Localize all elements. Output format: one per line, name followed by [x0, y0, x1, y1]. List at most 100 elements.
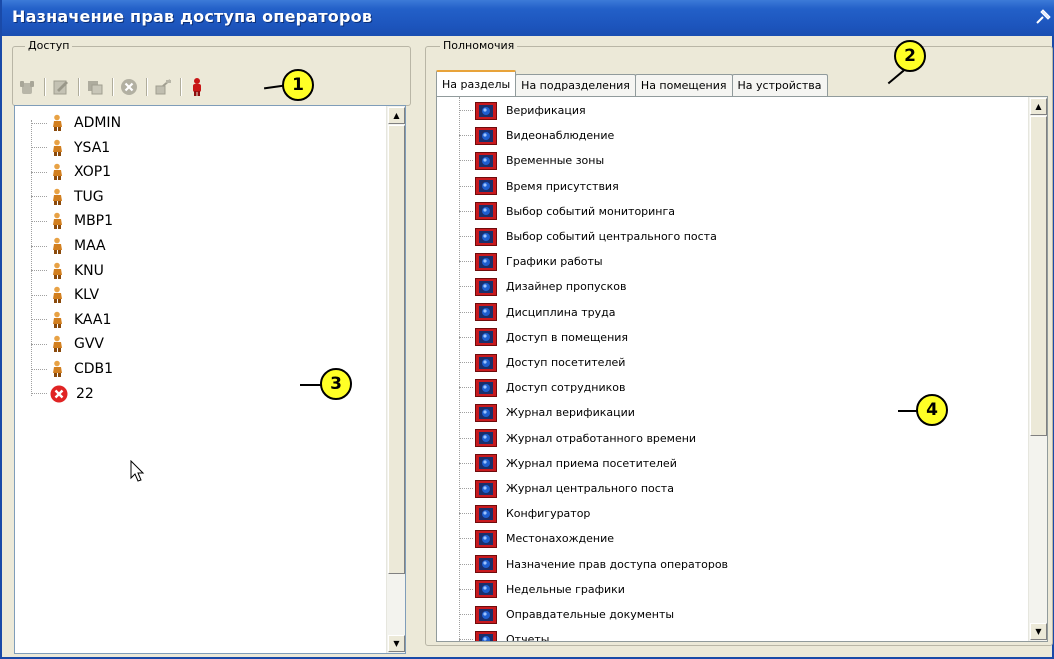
operator-item[interactable]: ADMIN: [31, 111, 121, 135]
tree-connector: [459, 412, 473, 414]
section-icon: [475, 454, 497, 473]
add-operator-button[interactable]: [16, 76, 38, 98]
tree-connector: [31, 368, 47, 370]
tree-connector: [31, 294, 47, 296]
section-icon: [475, 277, 497, 296]
sections-tree: Верификация Видеонаблюдение Временные зоны…: [445, 97, 1035, 641]
tab-rooms[interactable]: На помещения: [634, 74, 733, 96]
title-bar[interactable]: Назначение прав доступа операторов: [2, 0, 1054, 36]
section-item[interactable]: Журнал отработанного времени: [459, 426, 696, 451]
tree-connector: [31, 270, 47, 272]
sections-scrollbar[interactable]: ▲ ▼: [1028, 97, 1047, 641]
copy-rights-button[interactable]: [84, 76, 106, 98]
section-label: Доступ сотрудников: [506, 381, 626, 395]
operator-item[interactable]: KLV: [31, 283, 99, 307]
pin-icon[interactable]: [1034, 8, 1052, 26]
operator-name: KLV: [74, 287, 100, 304]
tree-connector: [31, 220, 47, 222]
section-item[interactable]: Видеонаблюдение: [459, 123, 614, 148]
section-item[interactable]: Верификация: [459, 98, 586, 123]
operator-item[interactable]: YSA1: [31, 136, 110, 160]
tree-connector: [31, 319, 47, 321]
section-item[interactable]: Журнал верификации: [459, 400, 635, 425]
tree-connector: [459, 311, 473, 313]
section-item[interactable]: Доступ в помещения: [459, 325, 628, 350]
scroll-up-button[interactable]: ▲: [1030, 98, 1047, 115]
tree-connector: [31, 393, 47, 395]
tab-sections[interactable]: На разделы: [436, 70, 517, 96]
section-item[interactable]: Назначение прав доступа операторов: [459, 552, 728, 577]
section-item[interactable]: Оправдательные документы: [459, 602, 674, 627]
operator-rights-button[interactable]: [186, 76, 208, 98]
section-icon: [475, 429, 497, 448]
tree-connector: [459, 110, 473, 111]
scroll-down-button[interactable]: ▼: [388, 635, 405, 652]
tree-connector: [459, 336, 473, 338]
section-icon: [475, 630, 497, 641]
operator-item[interactable]: 22: [31, 382, 94, 406]
section-item[interactable]: Журнал центрального поста: [459, 476, 674, 501]
operator-name: KAA1: [74, 311, 112, 328]
operator-icon: [53, 139, 62, 156]
operator-item[interactable]: XOP1: [31, 160, 111, 184]
tree-connector: [31, 122, 47, 124]
section-item[interactable]: Доступ сотрудников: [459, 375, 625, 400]
section-label: Назначение прав доступа операторов: [506, 557, 729, 571]
section-item[interactable]: Время присутствия: [459, 174, 619, 199]
section-label: Журнал приема посетителей: [506, 456, 677, 470]
section-icon: [475, 151, 497, 170]
section-item[interactable]: Дисциплина труда: [459, 300, 615, 325]
operator-item[interactable]: TUG: [31, 185, 104, 209]
tree-connector: [459, 387, 473, 389]
operator-name: GVV: [74, 336, 105, 353]
callout-4: 4: [916, 394, 948, 426]
operator-item[interactable]: MAA: [31, 234, 106, 258]
section-item[interactable]: Доступ посетителей: [459, 350, 625, 375]
operator-item[interactable]: KAA1: [31, 308, 111, 332]
tab-departments[interactable]: На подразделения: [515, 74, 636, 96]
operator-item[interactable]: KNU: [31, 259, 104, 283]
section-label: Временные зоны: [506, 154, 605, 168]
section-item[interactable]: Выбор событий мониторинга: [459, 199, 675, 224]
tree-connector: [459, 488, 473, 489]
add-operator-icon: [20, 81, 34, 94]
toolbar-separator: [112, 78, 113, 96]
edit-operator-button[interactable]: [50, 76, 72, 98]
scroll-thumb[interactable]: [388, 125, 405, 574]
section-item[interactable]: Выбор событий центрального поста: [459, 224, 717, 249]
section-item[interactable]: Дизайнер пропусков: [459, 274, 626, 299]
section-item[interactable]: Недельные графики: [459, 577, 625, 602]
section-item[interactable]: Конфигуратор: [459, 501, 590, 526]
tree-connector: [459, 639, 473, 641]
section-item[interactable]: Местонахождение: [459, 526, 614, 551]
section-icon: [475, 101, 497, 120]
operator-icon: [53, 188, 62, 205]
section-icon: [475, 605, 497, 624]
operator-item[interactable]: CDB1: [31, 357, 113, 381]
operator-item[interactable]: MBP1: [31, 209, 113, 233]
sections-tree-panel[interactable]: Верификация Видеонаблюдение Временные зоны…: [436, 96, 1048, 642]
operator-icon: [53, 311, 62, 328]
tree-connector: [459, 135, 473, 137]
tree-connector: [459, 261, 473, 263]
section-item[interactable]: Журнал приема посетителей: [459, 451, 677, 476]
scroll-thumb[interactable]: [1030, 116, 1047, 436]
operators-scrollbar[interactable]: ▲ ▼: [386, 106, 405, 653]
scroll-up-button[interactable]: ▲: [388, 107, 405, 124]
tab-devices[interactable]: На устройства: [731, 74, 828, 96]
section-icon: [475, 580, 497, 599]
password-button[interactable]: [152, 76, 174, 98]
delete-operator-button[interactable]: [118, 76, 140, 98]
operator-item[interactable]: GVV: [31, 332, 104, 356]
operator-name: TUG: [74, 188, 104, 205]
section-label: Журнал центрального поста: [506, 482, 674, 495]
section-item[interactable]: Временные зоны: [459, 148, 604, 173]
section-item[interactable]: Отчеты: [459, 627, 549, 641]
tree-connector: [459, 538, 473, 540]
callout-3-pointer: [300, 384, 322, 386]
operator-name: MBP1: [74, 213, 114, 230]
scroll-down-button[interactable]: ▼: [1030, 623, 1047, 640]
section-item[interactable]: Графики работы: [459, 249, 603, 274]
tree-connector: [31, 196, 47, 198]
operator-icon: [53, 237, 62, 254]
